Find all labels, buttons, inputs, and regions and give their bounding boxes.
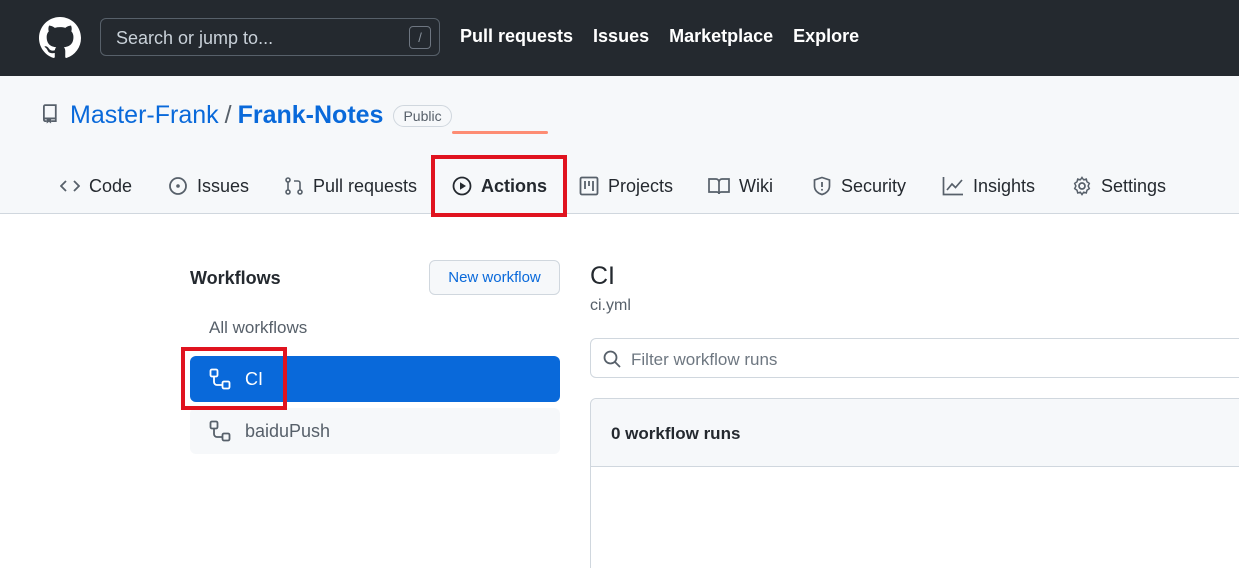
repo-name-link[interactable]: Frank-Notes (238, 101, 384, 130)
code-icon (60, 180, 80, 192)
tab-pull-requests[interactable]: Pull requests (284, 164, 417, 208)
nav-marketplace[interactable]: Marketplace (669, 26, 773, 47)
highlight-box-ci (181, 347, 287, 410)
workflow-runs-panel: 0 workflow runs (590, 398, 1239, 568)
workflow-runs-header: 0 workflow runs (591, 399, 1239, 467)
workflow-file-link[interactable]: ci.yml (590, 297, 631, 315)
visibility-badge: Public (393, 104, 452, 127)
global-header: Search or jump to... / Pull requests Iss… (0, 0, 1239, 76)
tab-issues[interactable]: Issues (168, 164, 249, 208)
workflow-title: CI (590, 262, 615, 290)
tab-pull-requests-label: Pull requests (313, 175, 418, 196)
tab-settings-label: Settings (1101, 175, 1167, 196)
tab-projects[interactable]: Projects (579, 164, 673, 208)
global-nav: Pull requests Issues Marketplace Explore (460, 26, 859, 47)
all-workflows-link[interactable]: All workflows (209, 318, 307, 338)
nav-explore[interactable]: Explore (793, 26, 859, 47)
repo-header: Master-Frank / Frank-Notes Public Code I… (0, 76, 1239, 214)
search-shortcut-key: / (409, 26, 431, 49)
nav-pull-requests[interactable]: Pull requests (460, 26, 573, 47)
tab-code-label: Code (89, 175, 133, 196)
filter-placeholder: Filter workflow runs (631, 350, 778, 369)
selected-tab-underline (452, 131, 548, 134)
search-icon (603, 350, 621, 368)
issue-icon (169, 177, 187, 195)
tab-settings[interactable]: Settings (1072, 164, 1166, 208)
repo-owner-link[interactable]: Master-Frank (70, 101, 219, 130)
tab-security[interactable]: Security (812, 164, 906, 208)
workflow-item-baidupush[interactable]: baiduPush (190, 408, 560, 454)
gear-icon (1073, 176, 1091, 196)
project-icon (579, 176, 599, 196)
filter-workflow-runs-input[interactable]: Filter workflow runs (590, 338, 1239, 378)
repo-title: Master-Frank / Frank-Notes Public (70, 101, 452, 130)
tab-insights[interactable]: Insights (942, 164, 1035, 208)
tab-wiki-label: Wiki (739, 175, 773, 196)
tab-insights-label: Insights (973, 175, 1036, 196)
tab-security-label: Security (841, 175, 907, 196)
graph-icon (942, 177, 963, 196)
search-placeholder: Search or jump to... (116, 28, 274, 48)
workflow-runs-count: 0 workflow runs (611, 424, 741, 443)
github-logo-icon[interactable] (39, 17, 81, 59)
new-workflow-button[interactable]: New workflow (429, 260, 560, 295)
nav-issues[interactable]: Issues (593, 26, 649, 47)
highlight-box-actions (431, 155, 567, 217)
pull-request-icon (285, 177, 303, 195)
workflow-icon (209, 420, 231, 442)
repo-icon (43, 104, 57, 124)
search-input[interactable]: Search or jump to... / (100, 18, 440, 56)
repo-separator: / (224, 101, 232, 129)
workflows-heading: Workflows (190, 268, 281, 288)
tab-code[interactable]: Code (60, 164, 132, 208)
tab-wiki[interactable]: Wiki (708, 164, 773, 208)
book-icon (708, 178, 730, 195)
shield-icon (813, 176, 831, 196)
tab-issues-label: Issues (197, 175, 250, 196)
tab-projects-label: Projects (608, 175, 674, 196)
workflow-item-label: baiduPush (245, 420, 331, 441)
